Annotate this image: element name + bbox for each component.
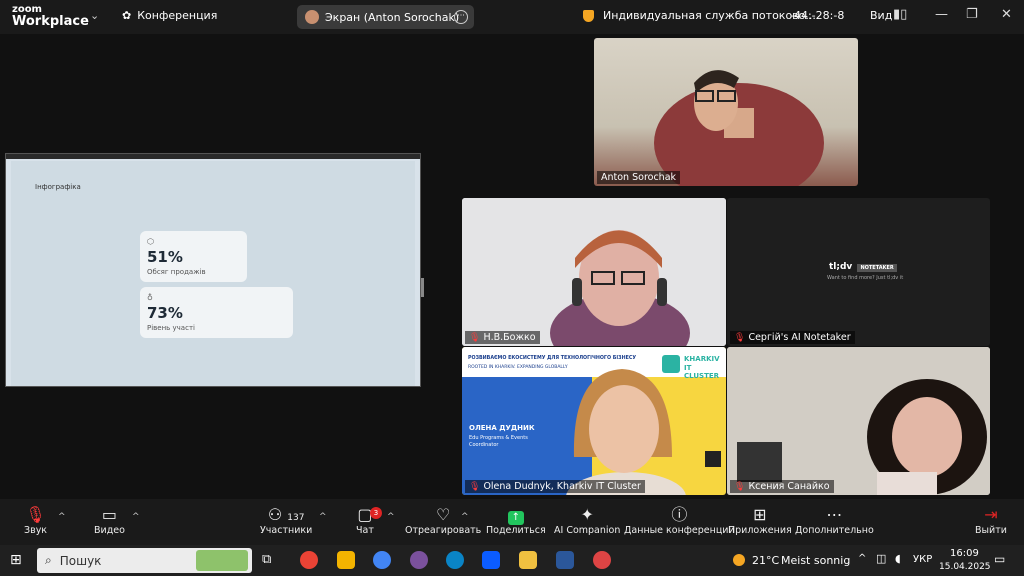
restore-icon[interactable]: ❐	[966, 7, 978, 22]
video-caret-icon[interactable]: ^	[132, 512, 140, 522]
clock-time[interactable]: 16:09	[950, 548, 979, 559]
file-explorer-icon[interactable]	[519, 551, 537, 569]
video-tile-notetaker[interactable]: tl;dv NOTETAKER Want to find more? Just …	[727, 198, 990, 346]
video-tile-ksenia[interactable]: 🎙 Ксения Санайко	[727, 347, 990, 495]
stat-card: ♁ 73% Рівень участі	[140, 287, 293, 338]
meeting-timer: -44:-28:-8	[790, 9, 845, 22]
apps-button[interactable]: ⊞ Приложения	[728, 505, 792, 536]
taskbar-search[interactable]: ⌕ Пошук	[37, 548, 252, 573]
react-button[interactable]: ♡ Отреагировать	[405, 505, 481, 536]
app-icon[interactable]	[593, 551, 611, 569]
zoom-taskbar-icon[interactable]	[482, 551, 500, 569]
minimize-icon[interactable]: —	[935, 7, 948, 22]
search-icon: ⌕	[45, 553, 52, 567]
react-caret-icon[interactable]: ^	[461, 512, 469, 522]
slide-heading: Інфографіка	[35, 183, 81, 191]
participants-caret-icon[interactable]: ^	[319, 512, 327, 522]
participants-button[interactable]: ⚇ 137 Участники	[260, 505, 312, 536]
windows-start-icon[interactable]: ⊞	[10, 552, 22, 568]
mic-muted-icon: 🎙	[25, 505, 46, 524]
notifications-icon[interactable]: ▭	[994, 552, 1005, 566]
more-button[interactable]: ⋯ Дополнительно	[795, 505, 874, 536]
more-icon[interactable]: ···	[454, 10, 468, 24]
tldv-tagline: Want to find more? Just tl;dv it	[827, 275, 904, 281]
participant-name: 🎙 Ксения Санайко	[730, 480, 834, 493]
stream-title[interactable]: Индивидуальная служба потоково...	[603, 9, 816, 22]
share-screen-icon: ↑	[486, 505, 546, 525]
ai-companion-button[interactable]: ✦ AI Companion	[554, 505, 620, 536]
mic-muted-icon: 🎙	[469, 481, 481, 492]
shield-icon[interactable]	[583, 10, 594, 22]
sparkle-icon: ✦	[580, 505, 594, 524]
view-grid-icon[interactable]: ▮▯	[893, 7, 907, 22]
mic-muted-icon: 🎙	[734, 481, 746, 492]
language-indicator[interactable]: УКР	[913, 554, 932, 565]
search-highlight-image	[196, 550, 248, 571]
clock-date[interactable]: 15.04.2025	[939, 562, 991, 572]
conference-info-button[interactable]: ✿ Конференция	[122, 9, 217, 22]
participant-video	[462, 198, 726, 346]
leave-icon: ⇥	[984, 505, 998, 524]
chat-badge: 3	[370, 507, 382, 519]
heart-icon: ♡	[435, 505, 451, 524]
participant-name: 🎙 Сергій's AI Notetaker	[730, 331, 855, 344]
word-icon[interactable]	[556, 551, 574, 569]
browser-tabs	[6, 154, 420, 159]
title-bar: zoom Workplace ⌄ ✿ Конференция Экран (An…	[0, 0, 1024, 34]
chevron-down-icon[interactable]: ⌄	[90, 9, 99, 22]
tldv-logo: tl;dv NOTETAKER	[829, 262, 897, 272]
mic-muted-icon: 🎙	[469, 332, 481, 343]
participant-name: 🎙 Olena Dudnyk, Kharkiv IT Cluster	[465, 480, 645, 493]
participants-icon: ⚇ 137	[267, 505, 305, 524]
participant-video	[727, 347, 990, 495]
video-button[interactable]: ▭ Видео	[94, 505, 125, 536]
video-tile-olena[interactable]: РОЗВИВАЄМО ЕКОСИСТЕМУ ДЛЯ ТЕХНОЛОГІЧНОГО…	[462, 347, 726, 495]
participant-video	[566, 369, 721, 495]
windows-taskbar: ⊞ ⌕ Пошук ⧉ 21°C Meist sonnig ^ ◫ ◖ УКР …	[0, 545, 1024, 576]
network-icon[interactable]: ◫	[876, 552, 886, 565]
leave-button[interactable]: ⇥ Выйти	[975, 505, 1007, 536]
avatar	[305, 10, 319, 24]
viber-icon[interactable]	[410, 551, 428, 569]
participant-name: Anton Sorochak	[597, 171, 681, 184]
stat-card: ⬡ 51% Обсяг продажів	[140, 231, 247, 282]
cube-icon: ⬡	[147, 237, 154, 246]
weather-text[interactable]: Meist sonnig	[781, 554, 850, 567]
paw-icon: ✿	[122, 9, 132, 22]
chrome-icon[interactable]	[300, 551, 318, 569]
users-icon: ♁	[147, 293, 153, 302]
camera-icon: ▭	[101, 505, 118, 524]
chevron-up-icon[interactable]: ^	[858, 553, 866, 564]
video-tile-bozhko[interactable]: 🎙 Н.В.Божко	[462, 198, 726, 346]
share-button[interactable]: ↑ Поделиться	[486, 505, 546, 536]
info-icon: ⓘ	[671, 505, 688, 524]
mic-muted-icon: 🎙	[734, 332, 746, 343]
task-view-icon[interactable]: ⧉	[262, 552, 271, 567]
app-icon[interactable]	[373, 551, 391, 569]
zoom-logo: zoom Workplace	[12, 4, 89, 29]
meeting-info-button[interactable]: ⓘ Данные конференции	[624, 505, 735, 536]
more-icon: ⋯	[826, 505, 843, 524]
participant-name: 🎙 Н.В.Божко	[465, 331, 540, 344]
temperature[interactable]: 21°C	[752, 554, 779, 567]
chat-caret-icon[interactable]: ^	[387, 512, 395, 522]
shared-screen[interactable]: Інфографіка ⬡ 51% Обсяг продажів ♁ 73% Р…	[5, 153, 421, 387]
participant-video	[654, 70, 824, 186]
apps-icon: ⊞	[753, 505, 767, 524]
close-icon[interactable]: ✕	[1001, 7, 1012, 22]
audio-button[interactable]: 🎙 Звук	[24, 505, 47, 536]
video-tile-anton[interactable]: Anton Sorochak	[594, 38, 858, 186]
split-resize-handle[interactable]	[421, 278, 424, 297]
edge-icon[interactable]	[446, 551, 464, 569]
view-button[interactable]: Вид	[870, 9, 892, 22]
app-icon[interactable]	[337, 551, 355, 569]
slide-content: Інфографіка ⬡ 51% Обсяг продажів ♁ 73% Р…	[11, 161, 415, 386]
audio-caret-icon[interactable]: ^	[58, 512, 66, 522]
volume-icon[interactable]: ◖	[895, 552, 901, 565]
screen-share-indicator[interactable]: Экран (Anton Sorochak) ···	[297, 5, 474, 29]
weather-icon[interactable]	[733, 554, 745, 566]
